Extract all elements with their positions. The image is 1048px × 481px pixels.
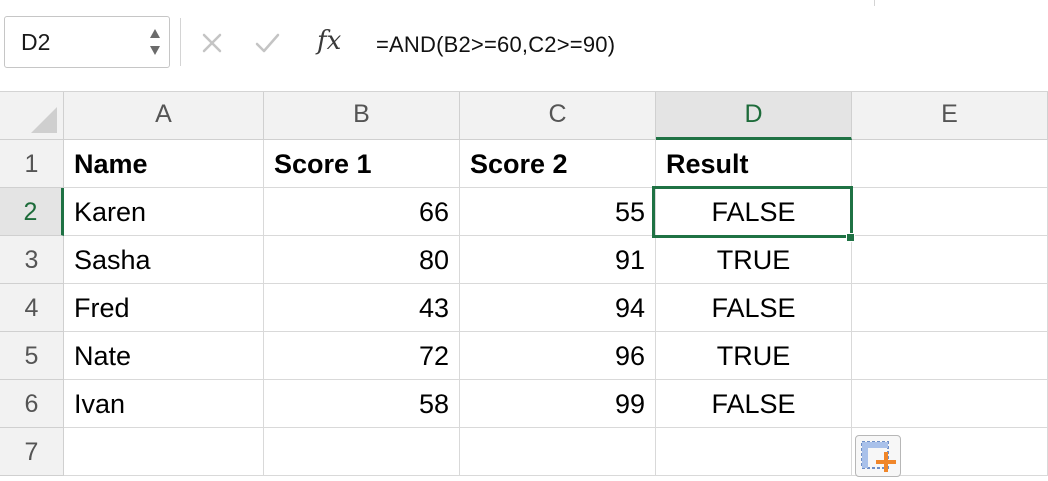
spreadsheet-grid: A B C D E 1 2 3 4 5 6 7 Name Score 1 Sco… bbox=[0, 92, 1048, 481]
name-box-value: D2 bbox=[21, 29, 51, 55]
cancel-icon[interactable] bbox=[197, 28, 227, 58]
cell-e1[interactable] bbox=[852, 140, 1048, 188]
cell-c1[interactable]: Score 2 bbox=[460, 140, 656, 188]
row-header-3[interactable]: 3 bbox=[0, 236, 64, 284]
cell-b7[interactable] bbox=[264, 428, 460, 476]
cell-d2[interactable]: FALSE bbox=[656, 188, 852, 236]
cell-d3[interactable]: TRUE bbox=[656, 236, 852, 284]
cell-d5[interactable]: TRUE bbox=[656, 332, 852, 380]
row-header-6[interactable]: 6 bbox=[0, 380, 64, 428]
cell-a5[interactable]: Nate bbox=[64, 332, 264, 380]
select-all-corner[interactable] bbox=[0, 92, 64, 140]
quick-analysis-button[interactable] bbox=[855, 435, 901, 477]
fill-handle[interactable] bbox=[846, 233, 855, 242]
cell-a1[interactable]: Name bbox=[64, 140, 264, 188]
cell-a3[interactable]: Sasha bbox=[64, 236, 264, 284]
formula-input[interactable]: =AND(B2>=60,C2>=90) bbox=[376, 32, 615, 58]
column-header-c[interactable]: C bbox=[460, 92, 656, 140]
formula-bar-divider bbox=[180, 18, 181, 66]
row-header-2[interactable]: 2 bbox=[0, 188, 64, 236]
cell-b3[interactable]: 80 bbox=[264, 236, 460, 284]
column-header-e[interactable]: E bbox=[852, 92, 1048, 140]
cell-c3[interactable]: 91 bbox=[460, 236, 656, 284]
column-header-a[interactable]: A bbox=[64, 92, 264, 140]
checkmark-icon[interactable] bbox=[252, 28, 282, 58]
cell-c4[interactable]: 94 bbox=[460, 284, 656, 332]
cell-b6[interactable]: 58 bbox=[264, 380, 460, 428]
cell-b5[interactable]: 72 bbox=[264, 332, 460, 380]
cell-d4[interactable]: FALSE bbox=[656, 284, 852, 332]
row-header-4[interactable]: 4 bbox=[0, 284, 64, 332]
cell-c7[interactable] bbox=[460, 428, 656, 476]
cell-b4[interactable]: 43 bbox=[264, 284, 460, 332]
cell-e4[interactable] bbox=[852, 284, 1048, 332]
select-all-icon bbox=[31, 107, 57, 133]
row-header-5[interactable]: 5 bbox=[0, 332, 64, 380]
cell-a4[interactable]: Fred bbox=[64, 284, 264, 332]
cell-a6[interactable]: Ivan bbox=[64, 380, 264, 428]
stepper-icon[interactable] bbox=[147, 23, 163, 61]
name-box[interactable]: D2 bbox=[4, 16, 170, 68]
cell-a2[interactable]: Karen bbox=[64, 188, 264, 236]
cell-e2[interactable] bbox=[852, 188, 1048, 236]
cell-d1[interactable]: Result bbox=[656, 140, 852, 188]
cell-b1[interactable]: Score 1 bbox=[264, 140, 460, 188]
column-header-b[interactable]: B bbox=[264, 92, 460, 140]
cell-c6[interactable]: 99 bbox=[460, 380, 656, 428]
cell-d7[interactable] bbox=[656, 428, 852, 476]
formula-bar: D2 fx =AND(B2>=60,C2>=90) bbox=[0, 0, 1048, 92]
cell-e3[interactable] bbox=[852, 236, 1048, 284]
row-header-7[interactable]: 7 bbox=[0, 428, 64, 476]
cell-c5[interactable]: 96 bbox=[460, 332, 656, 380]
fx-icon[interactable]: fx bbox=[317, 26, 341, 56]
quick-analysis-icon bbox=[861, 441, 896, 472]
column-header-d[interactable]: D bbox=[656, 92, 852, 140]
cell-e5[interactable] bbox=[852, 332, 1048, 380]
cell-b2[interactable]: 66 bbox=[264, 188, 460, 236]
row-header-1[interactable]: 1 bbox=[0, 140, 64, 188]
cell-a7[interactable] bbox=[64, 428, 264, 476]
divider bbox=[874, 0, 875, 6]
cell-d6[interactable]: FALSE bbox=[656, 380, 852, 428]
cell-c2[interactable]: 55 bbox=[460, 188, 656, 236]
cell-e6[interactable] bbox=[852, 380, 1048, 428]
